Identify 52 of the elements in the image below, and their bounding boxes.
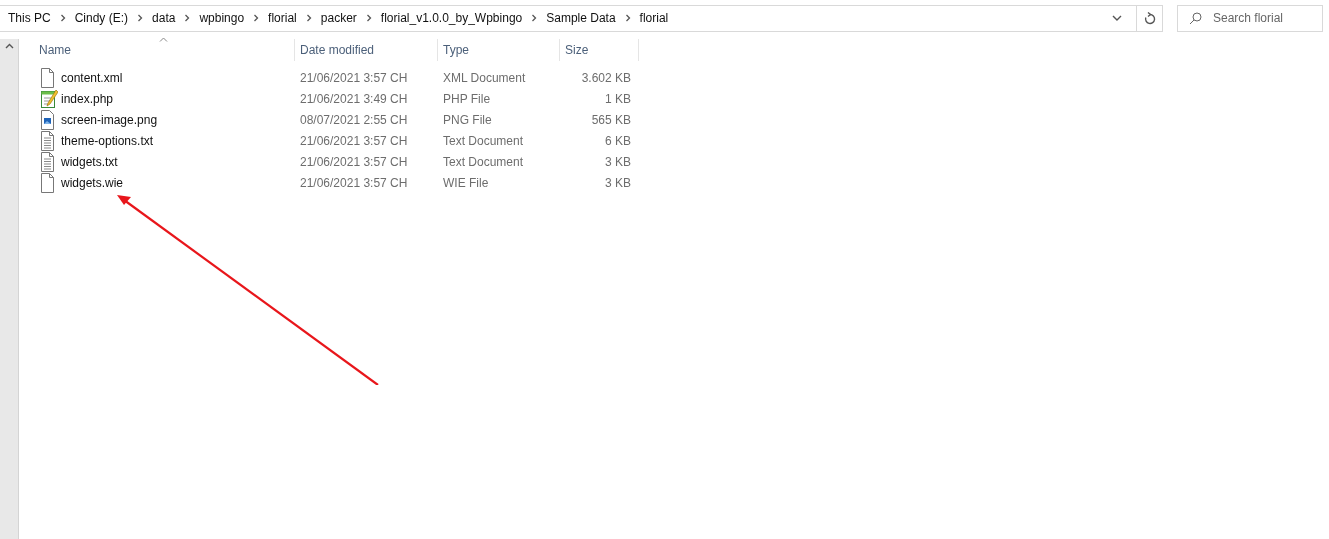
date-cell: 21/06/2021 3:57 CH	[300, 154, 408, 169]
chevron-right-icon[interactable]	[184, 14, 191, 22]
breadcrumb-item[interactable]: florial_v1.0.0_by_Wpbingo	[380, 11, 523, 25]
breadcrumb-item[interactable]: Sample Data	[546, 11, 616, 25]
chevron-right-icon[interactable]	[305, 14, 312, 22]
size-cell: 3 KB	[605, 175, 631, 190]
refresh-button[interactable]	[1137, 4, 1163, 32]
breadcrumb-item[interactable]: wpbingo	[199, 11, 245, 25]
column-header[interactable]: Date modified	[295, 39, 438, 61]
breadcrumb-item[interactable]: Cindy (E:)	[74, 11, 129, 25]
chevron-down-icon[interactable]	[1112, 15, 1122, 21]
refresh-icon	[1143, 11, 1156, 25]
column-header[interactable]: Type	[438, 39, 560, 61]
type-cell: Text Document	[443, 133, 524, 148]
column-header[interactable]: Size	[560, 39, 639, 61]
scroll-up-icon[interactable]	[4, 43, 14, 49]
breadcrumb-item[interactable]: data	[152, 11, 176, 25]
type-cell: XML Document	[443, 70, 526, 85]
type-cell: PNG File	[443, 112, 492, 127]
type-cell: Text Document	[443, 154, 524, 169]
search-icon	[1189, 11, 1202, 25]
breadcrumb-item[interactable]: This PC	[8, 11, 51, 25]
date-cell: 21/06/2021 3:57 CH	[300, 175, 408, 190]
chevron-right-icon[interactable]	[59, 14, 66, 22]
size-cell: 565 KB	[591, 112, 631, 127]
chevron-right-icon[interactable]	[253, 14, 260, 22]
date-cell: 21/06/2021 3:57 CH	[300, 70, 408, 85]
chevron-right-icon[interactable]	[531, 14, 538, 22]
search-field[interactable]: Search florial	[1177, 4, 1323, 32]
type-cell: PHP File	[443, 91, 491, 106]
column-header[interactable]: Name	[39, 39, 295, 61]
date-cell: 21/06/2021 3:57 CH	[300, 133, 408, 148]
file-name[interactable]: content.xml	[61, 70, 123, 85]
breadcrumb-item[interactable]: florial	[639, 11, 669, 25]
breadcrumb-item[interactable]: packer	[320, 11, 357, 25]
size-cell: 3.602 KB	[581, 70, 631, 85]
date-cell: 21/06/2021 3:49 CH	[300, 91, 408, 106]
file-name[interactable]: theme-options.txt	[61, 133, 154, 148]
file-name[interactable]: widgets.txt	[61, 154, 118, 169]
chevron-right-icon[interactable]	[137, 14, 144, 22]
type-cell: WIE File	[443, 175, 489, 190]
chevron-right-icon[interactable]	[365, 14, 372, 22]
size-cell: 3 KB	[605, 154, 631, 169]
size-cell: 1 KB	[605, 91, 631, 106]
date-cell: 08/07/2021 2:55 CH	[300, 112, 408, 127]
file-name[interactable]: index.php	[61, 91, 114, 106]
size-cell: 6 KB	[605, 133, 631, 148]
file-name[interactable]: widgets.wie	[61, 175, 124, 190]
file-name[interactable]: screen-image.png	[61, 112, 158, 127]
breadcrumb-item[interactable]: florial	[268, 11, 297, 25]
chevron-right-icon[interactable]	[624, 14, 631, 22]
address-bar[interactable]: This PC Cindy (E:) data wpbingo florial packer florial_v1.0.0_by_Wpbingo Sample Data florial	[0, 4, 1137, 32]
